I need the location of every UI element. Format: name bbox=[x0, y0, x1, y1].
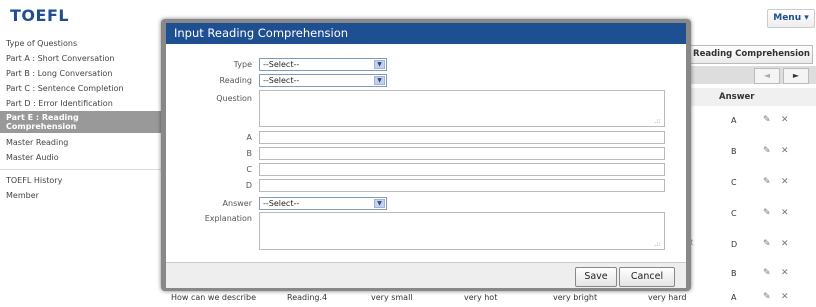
add-reading-comprehension-button[interactable]: d Reading Comprehension bbox=[683, 45, 813, 64]
sidebar-item-part-d[interactable]: Part D : Error Identification bbox=[0, 96, 164, 111]
answer-column-header: Answer bbox=[719, 92, 755, 102]
dialog-title: Input Reading Comprehension bbox=[166, 23, 686, 44]
sidebar-item-type-of-questions[interactable]: Type of Questions bbox=[0, 36, 164, 51]
option-b-cell: very hot bbox=[464, 293, 498, 302]
type-select[interactable]: --Select-- ▼ bbox=[259, 58, 387, 71]
delete-icon[interactable]: ✕ bbox=[781, 208, 789, 218]
option-b-input[interactable] bbox=[259, 147, 665, 160]
delete-icon[interactable]: ✕ bbox=[781, 146, 789, 156]
edit-icon[interactable]: ✎ bbox=[763, 239, 771, 249]
sidebar-item-part-b[interactable]: Part B : Long Conversation bbox=[0, 66, 164, 81]
answer-label: Answer bbox=[222, 199, 252, 208]
dialog-body: Type --Select-- ▼ Reading --Select-- ▼ Q… bbox=[166, 44, 686, 262]
answer-cell: A bbox=[731, 116, 737, 125]
answer-cell: B bbox=[731, 269, 737, 278]
answer-select-value: --Select-- bbox=[263, 199, 300, 208]
sidebar-item-part-a[interactable]: Part A : Short Conversation bbox=[0, 51, 164, 66]
edit-icon[interactable]: ✎ bbox=[763, 146, 771, 156]
option-d-label: D bbox=[245, 181, 252, 190]
sidebar-item-toefl-history[interactable]: TOEFL History bbox=[0, 173, 164, 188]
question-cell: How can we describe bbox=[171, 293, 256, 302]
option-a-cell: very small bbox=[371, 293, 413, 302]
save-button[interactable]: Save bbox=[575, 267, 617, 287]
chevron-down-icon: ▼ bbox=[374, 199, 385, 208]
edit-icon[interactable]: ✎ bbox=[763, 292, 771, 302]
answer-cell: C bbox=[731, 209, 737, 218]
chevron-down-icon: ▼ bbox=[374, 76, 385, 85]
delete-icon[interactable]: ✕ bbox=[781, 115, 789, 125]
sidebar-item-master-audio[interactable]: Master Audio bbox=[0, 150, 164, 165]
question-label: Question bbox=[216, 94, 252, 103]
reading-select[interactable]: --Select-- ▼ bbox=[259, 74, 387, 87]
reading-label: Reading bbox=[219, 76, 252, 85]
option-c-label: C bbox=[246, 165, 252, 174]
explanation-label: Explanation bbox=[204, 214, 252, 223]
sidebar-item-master-reading[interactable]: Master Reading bbox=[0, 135, 164, 150]
edit-icon[interactable]: ✎ bbox=[763, 177, 771, 187]
dialog-footer: Save Cancel bbox=[166, 262, 686, 288]
reading-select-value: --Select-- bbox=[263, 76, 300, 85]
delete-icon[interactable]: ✕ bbox=[781, 292, 789, 302]
option-a-label: A bbox=[246, 133, 252, 142]
question-textarea[interactable]: .:: bbox=[259, 90, 665, 127]
option-b-label: B bbox=[246, 149, 253, 158]
sidebar-item-member[interactable]: Member bbox=[0, 188, 164, 203]
edit-icon[interactable]: ✎ bbox=[763, 268, 771, 278]
resize-grip-icon[interactable]: .:: bbox=[654, 117, 661, 125]
input-reading-dialog: Input Reading Comprehension Type --Selec… bbox=[161, 19, 691, 291]
answer-cell: B bbox=[731, 147, 737, 156]
delete-icon[interactable]: ✕ bbox=[781, 268, 789, 278]
toefl-logo: TOEFL bbox=[10, 6, 70, 25]
answer-cell: A bbox=[731, 293, 737, 302]
chevron-down-icon: ▼ bbox=[374, 60, 385, 69]
delete-icon[interactable]: ✕ bbox=[781, 177, 789, 187]
sidebar-divider bbox=[0, 169, 164, 170]
type-select-value: --Select-- bbox=[263, 60, 300, 69]
reading-cell: Reading.4 bbox=[287, 293, 328, 302]
sidebar-item-part-c[interactable]: Part C : Sentence Completion bbox=[0, 81, 164, 96]
option-a-input[interactable] bbox=[259, 131, 665, 144]
pager-prev-button[interactable]: ◄ bbox=[754, 68, 780, 84]
explanation-textarea[interactable]: .:: bbox=[259, 212, 665, 250]
answer-select[interactable]: --Select-- ▼ bbox=[259, 197, 387, 210]
table-row: How can we describe Reading.4 very small… bbox=[164, 290, 816, 307]
menu-button[interactable]: Menu ▾ bbox=[767, 9, 815, 28]
option-c-input[interactable] bbox=[259, 163, 665, 176]
delete-icon[interactable]: ✕ bbox=[781, 239, 789, 249]
resize-grip-icon[interactable]: .:: bbox=[654, 240, 661, 248]
edit-icon[interactable]: ✎ bbox=[763, 115, 771, 125]
pager-next-button[interactable]: ► bbox=[783, 68, 809, 84]
option-c-cell: very bright bbox=[553, 293, 598, 302]
answer-cell: C bbox=[731, 178, 737, 187]
type-label: Type bbox=[233, 60, 252, 69]
answer-cell: D bbox=[731, 240, 738, 249]
option-d-cell: very hard bbox=[648, 293, 687, 302]
sidebar-item-part-e[interactable]: Part E : Reading Comprehension bbox=[0, 111, 164, 133]
sidebar-item-part-e-line2: Comprehension bbox=[6, 122, 77, 131]
sidebar: Type of Questions Part A : Short Convers… bbox=[0, 30, 164, 307]
cancel-button[interactable]: Cancel bbox=[619, 267, 675, 287]
option-d-input[interactable] bbox=[259, 179, 665, 192]
edit-icon[interactable]: ✎ bbox=[763, 208, 771, 218]
sidebar-item-part-e-line1: Part E : Reading bbox=[6, 113, 79, 122]
